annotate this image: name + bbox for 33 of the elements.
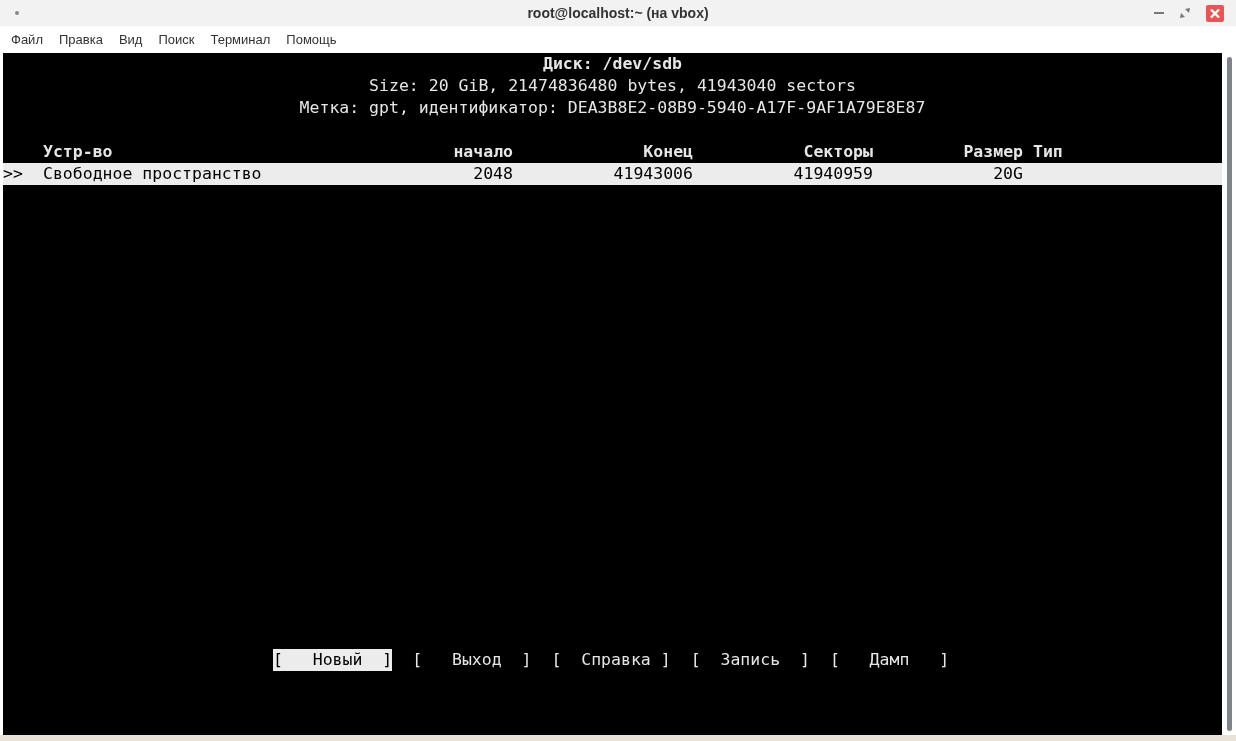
action-button[interactable]: [ Новый ]	[273, 649, 393, 671]
menu-item[interactable]: Вид	[118, 29, 143, 50]
scrollbar-thumb[interactable]	[1226, 57, 1232, 731]
column-header: Тип	[1032, 141, 1064, 163]
menu-item[interactable]: Файл	[11, 29, 43, 50]
window-menu-icon[interactable]	[15, 11, 19, 15]
table-cell-text: 2048	[472, 163, 513, 185]
column-header: Устр-во	[43, 141, 114, 163]
action-button[interactable]: [ Запись ]	[690, 649, 810, 671]
table-cell-text: Свободное пространство	[43, 163, 263, 185]
table-cell-text: 41943006	[612, 163, 693, 185]
disk-title: Диск: /dev/sdb	[541, 53, 684, 75]
table-row[interactable]: >> Свободное пространство 2048 41943006 41940959 20G	[3, 163, 1222, 185]
minimize-icon[interactable]	[1154, 11, 1164, 15]
menu-item[interactable]: Помощь	[286, 29, 337, 50]
close-icon[interactable]	[1206, 4, 1224, 22]
action-button[interactable]: [ Выход ]	[412, 649, 532, 671]
window-title: root@localhost:~ (на vbox)	[527, 3, 709, 23]
maximize-icon[interactable]	[1180, 8, 1190, 18]
column-header: Секторы	[802, 141, 873, 163]
disk-size: Size: 20 GiB, 21474836480 bytes, 41943040 sectors	[368, 75, 857, 97]
menu-item[interactable]: Терминал	[210, 29, 271, 50]
table-cell-text: 20G	[992, 163, 1023, 185]
column-header: Размер	[962, 141, 1023, 163]
menu-item[interactable]: Поиск	[158, 29, 195, 50]
disk-label: Метка: gpt, идентификатор: DEA3B8E2-08B9-5940-A17F-9AF1A79E8E87	[298, 97, 927, 119]
row-marker: >>	[3, 163, 24, 185]
action-button[interactable]: [ Дамп ]	[829, 649, 950, 671]
menu-item[interactable]: Правка	[58, 29, 103, 50]
column-header: начало	[452, 141, 513, 163]
action-button[interactable]: [ Справка ]	[551, 649, 671, 671]
table-cell-text: 41940959	[792, 163, 873, 185]
column-header: Конец	[642, 141, 693, 163]
